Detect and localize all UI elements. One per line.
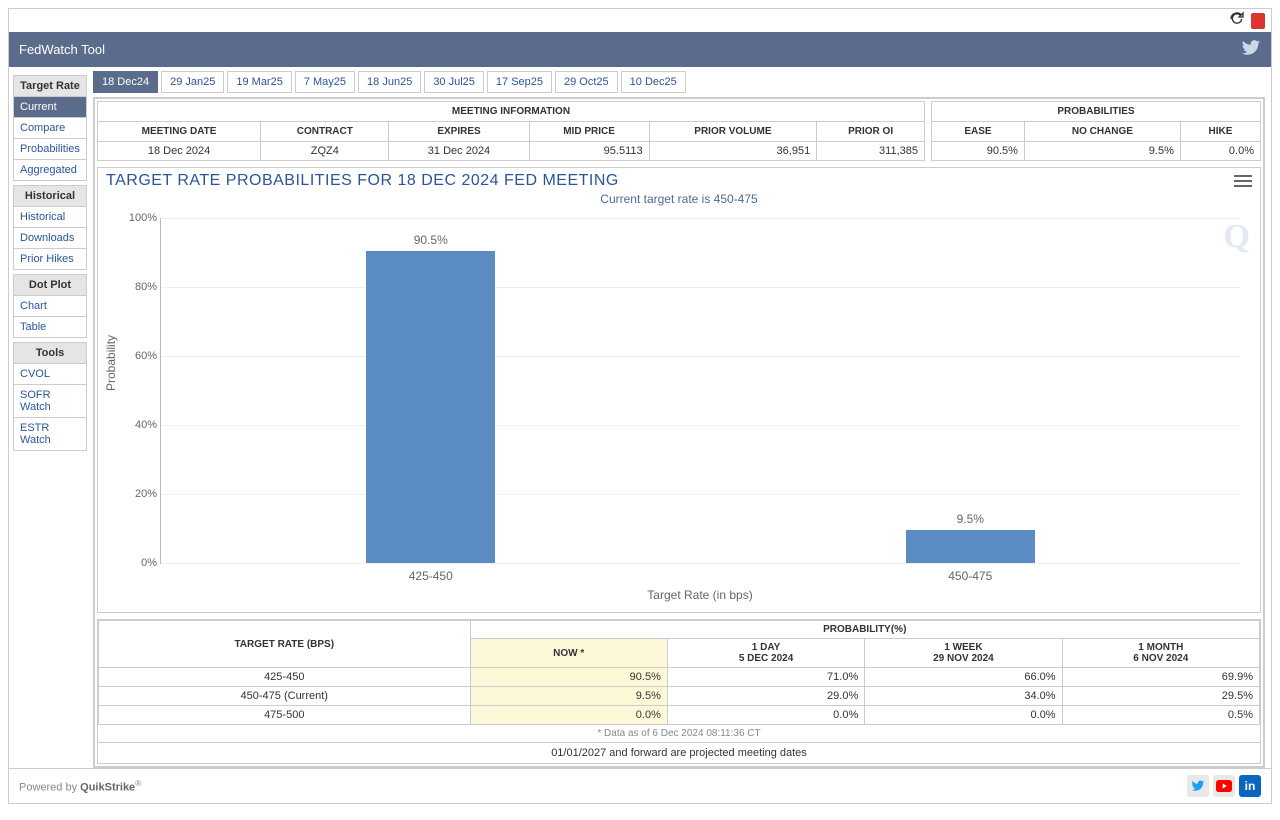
table-header: NO CHANGE	[1024, 122, 1180, 142]
table-header: PROBABILITY(%)	[470, 621, 1259, 639]
table-header: MEETING DATE	[98, 122, 261, 142]
table-cell: 90.5%	[470, 668, 667, 687]
y-axis-label: Probability	[104, 335, 118, 391]
date-tab[interactable]: 19 Mar25	[227, 71, 291, 93]
sidebar: Target RateCurrentCompareProbabilitiesAg…	[9, 67, 91, 768]
table-cell: 475-500	[99, 706, 471, 725]
x-category-label: 425-450	[409, 569, 453, 583]
y-tick: 100%	[119, 212, 157, 224]
table-cell: ZQZ4	[261, 142, 389, 161]
table-cell: 31 Dec 2024	[389, 142, 529, 161]
table-subheader: 1 MONTH6 NOV 2024	[1062, 639, 1259, 668]
date-tab[interactable]: 30 Jul25	[424, 71, 484, 93]
table-cell: 450-475 (Current)	[99, 687, 471, 706]
app-title: FedWatch Tool	[19, 42, 105, 57]
y-tick: 0%	[119, 557, 157, 569]
table-header: PRIOR VOLUME	[649, 122, 817, 142]
projection-note: 01/01/2027 and forward are projected mee…	[98, 742, 1260, 763]
table-header: TARGET RATE (BPS)	[99, 621, 471, 668]
date-tab[interactable]: 29 Oct25	[555, 71, 618, 93]
bar-value-label: 9.5%	[957, 512, 984, 526]
table-header: EASE	[932, 122, 1025, 142]
sidebar-item[interactable]: Historical	[13, 207, 87, 228]
sidebar-item[interactable]: Prior Hikes	[13, 249, 87, 270]
data-as-of-footnote: * Data as of 6 Dec 2024 08:11:36 CT	[98, 725, 1260, 742]
table-header: HIKE	[1180, 122, 1260, 142]
table-cell: 9.5%	[470, 687, 667, 706]
x-category-label: 450-475	[948, 569, 992, 583]
table-cell: 71.0%	[667, 668, 864, 687]
chart-title: TARGET RATE PROBABILITIES FOR 18 DEC 202…	[106, 172, 619, 190]
table-cell: 95.5113	[529, 142, 649, 161]
prob-summary-title: PROBABILITIES	[932, 102, 1261, 122]
date-tab[interactable]: 10 Dec25	[621, 71, 686, 93]
sidebar-item[interactable]: Table	[13, 317, 87, 338]
chart-bar	[366, 251, 495, 563]
meeting-info-table: MEETING INFORMATION MEETING DATECONTRACT…	[97, 101, 925, 161]
table-cell: 311,385	[817, 142, 925, 161]
date-tab[interactable]: 18 Dec24	[93, 71, 158, 93]
table-subheader: NOW *	[470, 639, 667, 668]
sidebar-item[interactable]: Compare	[13, 118, 87, 139]
footer-brand: Powered by QuikStrike®	[19, 779, 141, 794]
date-tabs: 18 Dec2429 Jan2519 Mar257 May2518 Jun253…	[93, 71, 1265, 93]
date-tab[interactable]: 18 Jun25	[358, 71, 421, 93]
y-tick: 80%	[119, 281, 157, 293]
y-tick: 60%	[119, 350, 157, 362]
sidebar-item[interactable]: Aggregated	[13, 160, 87, 181]
y-tick: 40%	[119, 419, 157, 431]
chart-container: TARGET RATE PROBABILITIES FOR 18 DEC 202…	[97, 167, 1261, 613]
sidebar-item[interactable]: CVOL	[13, 364, 87, 385]
sidebar-group-header: Historical	[13, 185, 87, 207]
table-cell: 0.0%	[1180, 142, 1260, 161]
date-tab[interactable]: 29 Jan25	[161, 71, 224, 93]
sidebar-item[interactable]: Probabilities	[13, 139, 87, 160]
x-axis-label: Target Rate (in bps)	[647, 588, 752, 602]
table-cell: 0.0%	[667, 706, 864, 725]
y-tick: 20%	[119, 488, 157, 500]
sidebar-item[interactable]: SOFR Watch	[13, 385, 87, 418]
refresh-icon[interactable]	[1229, 11, 1245, 30]
sidebar-group-header: Target Rate	[13, 75, 87, 97]
table-cell: 29.5%	[1062, 687, 1259, 706]
probability-history-table: TARGET RATE (BPS)PROBABILITY(%)NOW *1 DA…	[97, 619, 1261, 764]
footer-twitter-icon[interactable]	[1187, 775, 1209, 797]
twitter-icon[interactable]	[1241, 38, 1261, 61]
chart-subtitle: Current target rate is 450-475	[106, 192, 1252, 206]
table-cell: 0.0%	[470, 706, 667, 725]
table-cell: 0.5%	[1062, 706, 1259, 725]
sidebar-item[interactable]: Chart	[13, 296, 87, 317]
sidebar-group-header: Dot Plot	[13, 274, 87, 296]
table-subheader: 1 WEEK29 NOV 2024	[865, 639, 1062, 668]
table-cell: 9.5%	[1024, 142, 1180, 161]
table-header: PRIOR OI	[817, 122, 925, 142]
chart-bar	[906, 530, 1035, 563]
chart-menu-icon[interactable]	[1234, 175, 1252, 187]
table-cell: 34.0%	[865, 687, 1062, 706]
table-cell: 36,951	[649, 142, 817, 161]
table-cell: 425-450	[99, 668, 471, 687]
table-subheader: 1 DAY5 DEC 2024	[667, 639, 864, 668]
sidebar-item[interactable]: Downloads	[13, 228, 87, 249]
footer-linkedin-icon[interactable]: in	[1239, 775, 1261, 797]
date-tab[interactable]: 17 Sep25	[487, 71, 552, 93]
table-cell: 18 Dec 2024	[98, 142, 261, 161]
table-header: MID PRICE	[529, 122, 649, 142]
sidebar-item[interactable]: ESTR Watch	[13, 418, 87, 451]
footer-youtube-icon[interactable]	[1213, 775, 1235, 797]
bar-value-label: 90.5%	[414, 233, 448, 247]
table-cell: 29.0%	[667, 687, 864, 706]
table-header: CONTRACT	[261, 122, 389, 142]
pdf-icon[interactable]	[1251, 13, 1265, 29]
date-tab[interactable]: 7 May25	[295, 71, 355, 93]
meeting-info-title: MEETING INFORMATION	[98, 102, 925, 122]
table-cell: 66.0%	[865, 668, 1062, 687]
probabilities-summary-table: PROBABILITIES EASENO CHANGEHIKE 90.5%9.5…	[931, 101, 1261, 161]
sidebar-group-header: Tools	[13, 342, 87, 364]
table-cell: 90.5%	[932, 142, 1025, 161]
sidebar-item[interactable]: Current	[13, 97, 87, 118]
table-header: EXPIRES	[389, 122, 529, 142]
table-cell: 0.0%	[865, 706, 1062, 725]
table-cell: 69.9%	[1062, 668, 1259, 687]
